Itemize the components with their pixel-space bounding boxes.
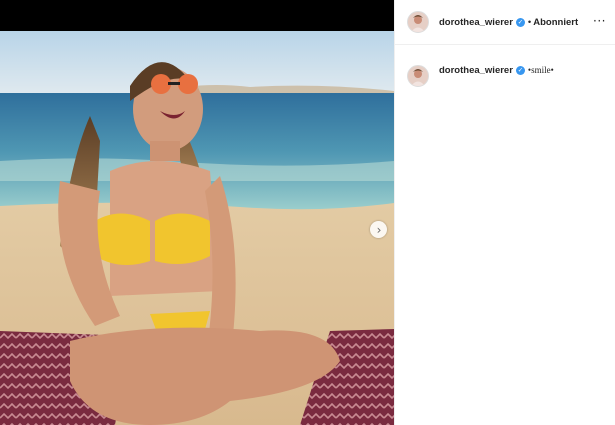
verified-badge-icon: ✓ <box>515 17 525 27</box>
more-options-icon[interactable]: ··· <box>593 14 606 28</box>
post-header: dorothea_wierer ✓ • Abonniert ··· <box>395 0 615 45</box>
comment-author[interactable]: dorothea_wierer <box>439 65 513 76</box>
author-username[interactable]: dorothea_wierer <box>439 17 513 28</box>
post-photo[interactable] <box>0 31 394 425</box>
comment-text: dorothea_wierer ✓ •smile• <box>439 65 554 76</box>
avatar[interactable] <box>407 65 429 87</box>
avatar[interactable] <box>407 11 429 33</box>
verified-badge-icon: ✓ <box>515 65 525 75</box>
header-text: dorothea_wierer ✓ • Abonniert <box>439 17 578 28</box>
post-sidebar: dorothea_wierer ✓ • Abonniert ··· dorothea_… <box>394 0 615 425</box>
follow-status-button[interactable]: Abonniert <box>533 17 578 28</box>
chevron-right-icon: › <box>376 222 382 237</box>
post-media: › <box>0 0 394 425</box>
next-image-button[interactable]: › <box>370 221 387 238</box>
separator: • <box>527 17 532 28</box>
comment-caption: •smile• <box>527 65 554 75</box>
beach-photo <box>0 31 394 425</box>
